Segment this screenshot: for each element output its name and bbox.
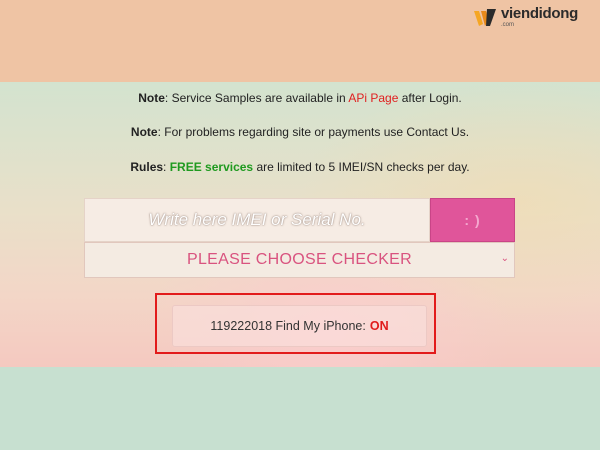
free-services-text: FREE services: [169, 160, 254, 174]
smile-icon: : ): [464, 212, 481, 228]
note-service-samples: Note: Service Samples are available in A…: [0, 91, 600, 105]
header-band: viendidong .com: [0, 0, 600, 82]
result-status: ON: [369, 319, 389, 333]
result-box: 119222018 Find My iPhone: ON: [172, 305, 427, 347]
note-contact: Note: For problems regarding site or pay…: [0, 125, 600, 139]
logo-icon: [473, 8, 497, 28]
submit-check-button[interactable]: : ): [430, 198, 515, 242]
checker-select[interactable]: PLEASE CHOOSE CHECKER ⌄: [84, 242, 515, 278]
note-label: Note: [130, 125, 158, 139]
site-logo[interactable]: viendidong .com: [473, 6, 578, 28]
note-text: after Login.: [398, 91, 462, 105]
footer-band: [0, 367, 600, 450]
logo-name: viendidong: [501, 5, 578, 22]
result-text: 119222018 Find My iPhone:: [210, 319, 366, 333]
rules-text: :: [163, 160, 170, 174]
checker-selected-value: PLEASE CHOOSE CHECKER: [186, 251, 413, 268]
imei-input[interactable]: [84, 198, 430, 242]
note-text: : Service Samples are available in: [164, 91, 349, 105]
rules-line: Rules: FREE services are limited to 5 IM…: [0, 160, 600, 174]
rules-label: Rules: [130, 160, 164, 174]
rules-text: are limited to 5 IMEI/SN checks per day.: [253, 160, 470, 174]
note-text: : For problems regarding site or payment…: [157, 125, 470, 139]
logo-domain: .com: [501, 22, 515, 28]
api-page-link[interactable]: APi Page: [348, 91, 398, 105]
note-label: Note: [138, 91, 165, 105]
chevron-down-icon: ⌄: [500, 253, 509, 264]
